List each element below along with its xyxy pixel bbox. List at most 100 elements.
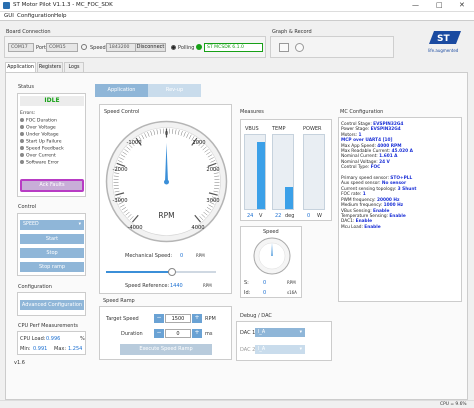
svg-text:ST: ST: [437, 34, 450, 44]
start-button[interactable]: Start: [20, 234, 84, 244]
chevron-down-icon: ▾: [299, 330, 302, 335]
chevron-down-icon: ▾: [78, 222, 81, 227]
error-under-voltage: Under Voltage: [20, 132, 59, 138]
status-panel: IDLE Errors: FOC Duration Over Voltage U…: [17, 93, 86, 197]
minimize-button[interactable]: —: [412, 1, 419, 9]
menu-help[interactable]: Help: [54, 13, 67, 19]
dac2-label: DAC 2: [240, 347, 256, 353]
duration-label: Duration: [121, 331, 143, 337]
stop-ramp-button[interactable]: Stop ramp: [20, 262, 84, 272]
power-unit: W: [317, 213, 322, 219]
dac2-select[interactable]: I_A ▾: [255, 345, 305, 354]
polling-radio[interactable]: [171, 45, 176, 50]
target-speed-decrement[interactable]: −: [154, 314, 164, 323]
ack-faults-button[interactable]: Ack Faults: [20, 179, 84, 192]
speed-slider-thumb[interactable]: [168, 268, 176, 276]
gauge-label-1000: 1000: [192, 140, 205, 146]
refresh-icon[interactable]: [81, 44, 87, 50]
port-label: Port: [36, 45, 46, 51]
error-software: Software Error: [20, 160, 59, 166]
cpu-title: CPU Perf Measurements: [18, 323, 79, 329]
speed-s-value: 0: [263, 280, 267, 286]
board-connection-title: Board Connection: [6, 29, 51, 35]
duration-increment[interactable]: +: [192, 329, 202, 338]
subtab-revup[interactable]: Rev-up: [148, 84, 201, 97]
id-value: 0: [263, 290, 267, 296]
close-button[interactable]: ✕: [459, 1, 465, 9]
advanced-configuration-button[interactable]: Advanced Configuration: [20, 300, 84, 310]
disconnect-button[interactable]: Disconnect: [135, 43, 166, 52]
gauge-label-minus-4000: -4000: [127, 225, 142, 231]
menu-gui[interactable]: GUI: [4, 13, 14, 19]
window-title: ST Motor Pilot V1.1.3 - MC_FOC_SDK: [13, 2, 113, 8]
app-icon: [3, 2, 10, 9]
led-icon: [20, 139, 24, 143]
subtab-application[interactable]: Application: [95, 84, 148, 97]
control-title: Control: [18, 204, 37, 210]
speed-reference-label: Speed Reference:: [125, 283, 170, 289]
gauge-label-2000: 2000: [206, 167, 219, 173]
dac1-label: DAC 1: [240, 330, 256, 336]
led-icon: [20, 146, 24, 150]
speed-control-panel: Speed Control -1000 0 1000 -2000 2000 -3…: [99, 104, 232, 294]
version-label: v1.6: [14, 360, 25, 366]
com-port-select[interactable]: COM17: [8, 43, 34, 52]
chart-icon[interactable]: [279, 43, 289, 52]
control-mode-value: SPEED: [23, 222, 39, 227]
cfg-mcu-load: Mcu Load: Enable: [341, 224, 381, 230]
gauge-label-minus-2000: -2000: [112, 167, 127, 173]
menu-configuration[interactable]: Configuration: [17, 13, 54, 19]
control-mode-select[interactable]: SPEED ▾: [20, 220, 84, 230]
error-foc-duration: FOC Duration: [20, 118, 57, 124]
graph-record-group: [270, 36, 394, 58]
speed-reference-value: 1440: [170, 283, 183, 289]
temp-unit: deg: [285, 213, 295, 219]
maximize-button[interactable]: □: [436, 1, 443, 9]
check-icon: [196, 44, 202, 50]
logo-tagline: life.augmented: [428, 48, 459, 53]
speed-slider-fill: [106, 271, 172, 273]
cpu-min-value: 0.991: [33, 346, 48, 352]
title-bar: ST Motor Pilot V1.1.3 - MC_FOC_SDK — □ ✕: [0, 0, 474, 12]
speed-reference-unit: RPM: [203, 283, 212, 288]
target-speed-input[interactable]: 1500: [165, 314, 191, 323]
firmware-status: ST MCSDK 6.1.0: [204, 43, 263, 52]
duration-decrement[interactable]: −: [154, 329, 164, 338]
vbus-label: VBUS: [245, 126, 259, 132]
dac1-select[interactable]: I_A ▾: [255, 328, 305, 337]
tab-application[interactable]: Application: [5, 62, 36, 72]
mc-config-title: MC Configuration: [340, 109, 384, 115]
status-bar: CPU = 9.6%: [0, 400, 474, 408]
speed-mini-panel: Speed S: 0 RPM Id: 0 s16A: [240, 226, 302, 298]
cpu-panel: CPU Load: 0.996 % Min: 0.991 Max: 1.254: [17, 331, 86, 355]
cpu-load-label: CPU Load:: [20, 336, 46, 342]
dac1-value: I_A: [258, 330, 266, 335]
tab-registers[interactable]: Registers: [37, 62, 63, 72]
target-speed-increment[interactable]: +: [192, 314, 202, 323]
speed-s-unit: RPM: [287, 280, 296, 285]
temp-label: TEMP: [272, 126, 286, 132]
configuration-title: Configuration: [18, 284, 52, 290]
configuration-panel: Advanced Configuration: [17, 292, 86, 316]
power-value: 0: [307, 213, 311, 219]
duration-input[interactable]: 0: [165, 329, 191, 338]
port-select[interactable]: COM15: [46, 43, 78, 52]
gauge-label-minus-1000: -1000: [126, 140, 141, 146]
error-speed-feedback: Speed Feedback: [20, 146, 64, 152]
debug-dac-panel: DAC 1 I_A ▾ DAC 2 I_A ▾: [236, 321, 332, 361]
cpu-max-value: 1.254: [68, 346, 83, 352]
mechanical-speed-unit: RPM: [196, 253, 205, 258]
chevron-down-icon: ▾: [299, 347, 302, 352]
baud-select[interactable]: 1843200: [106, 43, 136, 52]
tab-logs[interactable]: Logs: [64, 62, 84, 72]
stop-button[interactable]: Stop: [20, 248, 84, 258]
record-icon[interactable]: [295, 43, 304, 52]
error-over-voltage: Over Voltage: [20, 125, 56, 131]
gauge-hub: [164, 179, 169, 185]
led-icon: [20, 125, 24, 129]
vbus-unit: V: [259, 213, 263, 219]
gauge-label-4000: 4000: [191, 225, 204, 231]
mc-config-panel: Control Stage: EVSPIN32G4 Power Stage: E…: [338, 117, 462, 302]
mc-config-list: Control Stage: EVSPIN32G4 Power Stage: E…: [341, 122, 416, 230]
execute-speed-ramp-button[interactable]: Execute Speed Ramp: [120, 344, 212, 355]
